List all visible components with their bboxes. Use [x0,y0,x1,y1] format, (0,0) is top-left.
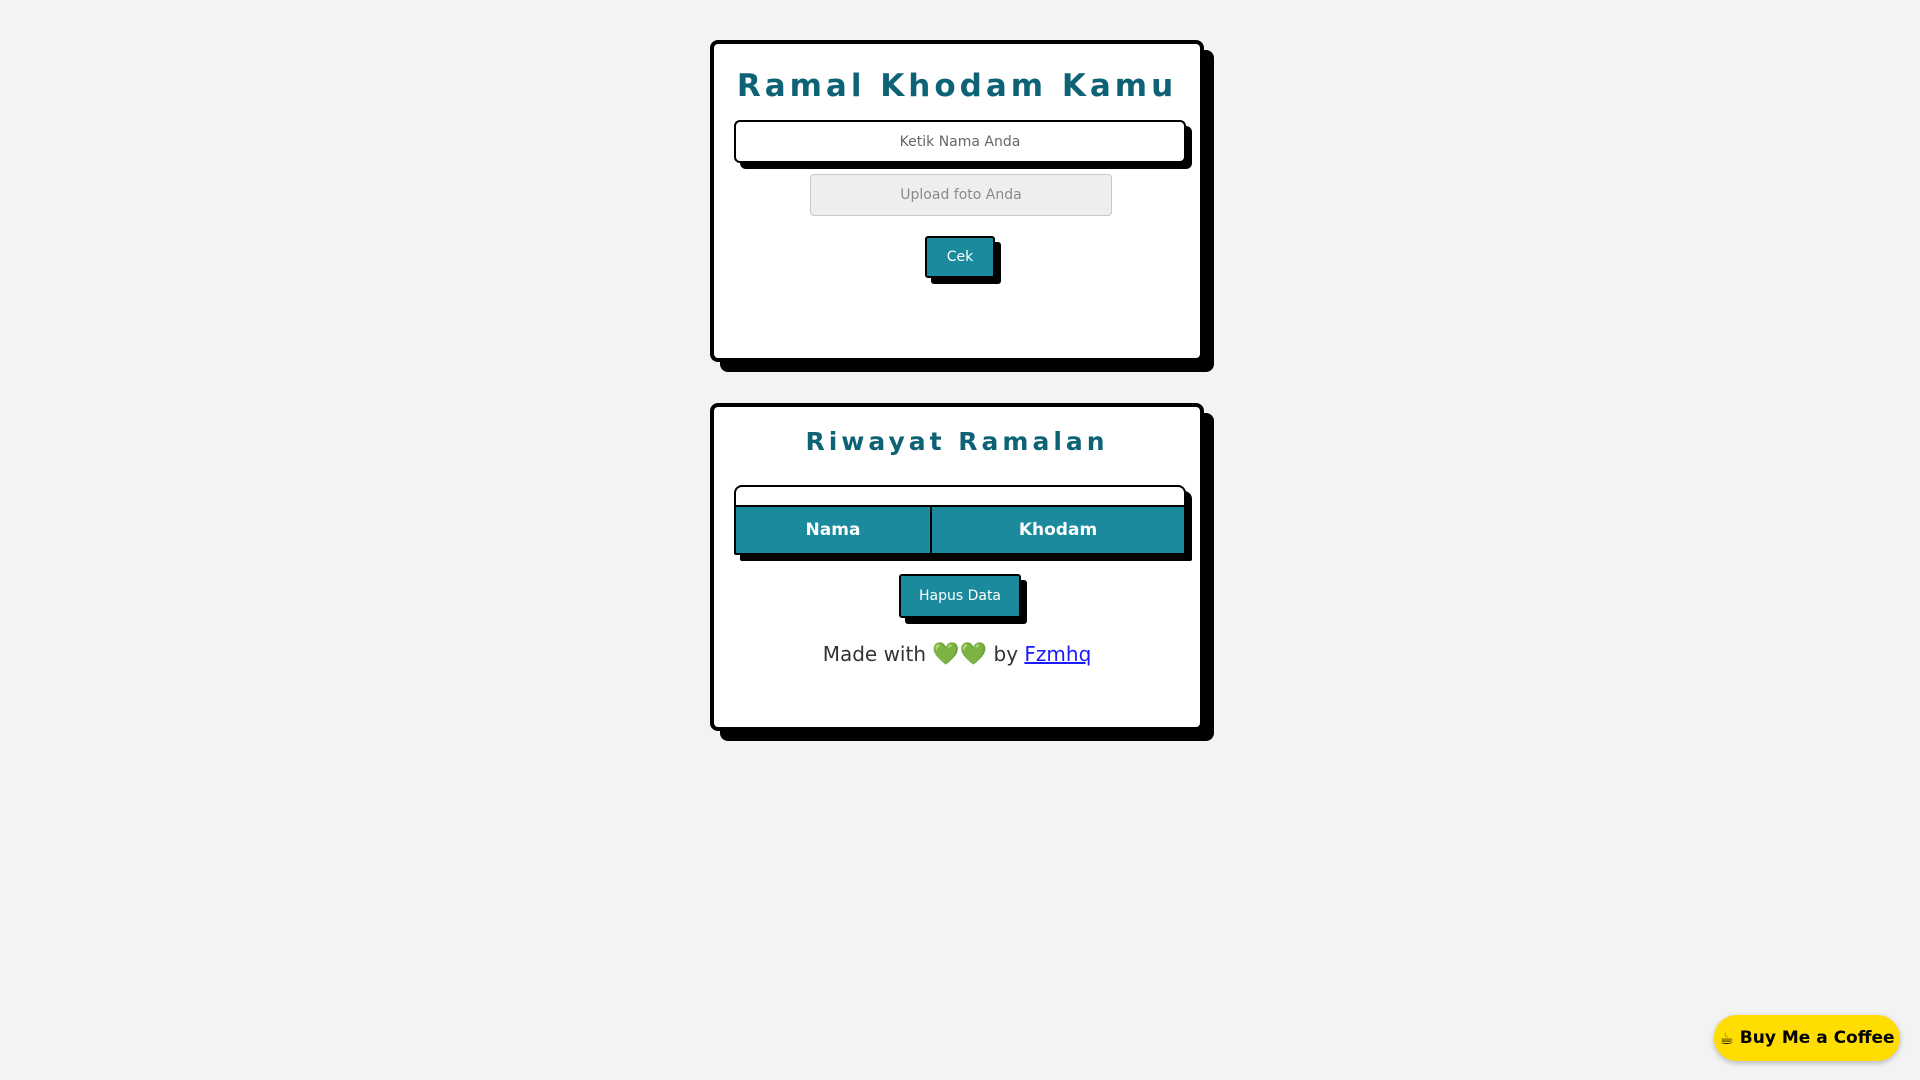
history-title: Riwayat Ramalan [805,427,1109,456]
name-input[interactable] [734,120,1186,163]
coffee-cup-icon: ☕ [1719,1028,1734,1048]
cek-button[interactable]: Cek [925,236,995,278]
coffee-label: Buy Me a Coffee [1739,1028,1895,1048]
footer-credit: Made with 💚💚 by Fzmhq [714,642,1200,667]
column-header-khodam: Khodam [1018,520,1098,540]
history-table: Nama Khodam [734,485,1186,555]
author-link[interactable]: Fzmhq [1024,642,1091,666]
table-header-row: Nama Khodam [736,505,1184,553]
buy-me-a-coffee-button[interactable]: ☕ Buy Me a Coffee [1714,1015,1900,1061]
ramal-card: Ramal Khodam Kamu Upload foto Anda Cek [710,40,1204,362]
hapus-data-button[interactable]: Hapus Data [899,574,1021,618]
column-header-nama: Nama [736,507,932,553]
photo-upload-button[interactable]: Upload foto Anda [810,174,1112,216]
riwayat-card: Riwayat Ramalan Nama Khodam Hapus Data M… [710,403,1204,731]
heart-icon: 💚💚 [932,642,988,667]
by-text: by [993,642,1019,666]
made-with-text: Made with [822,642,927,666]
page-title: Ramal Khodam Kamu [736,68,1178,104]
